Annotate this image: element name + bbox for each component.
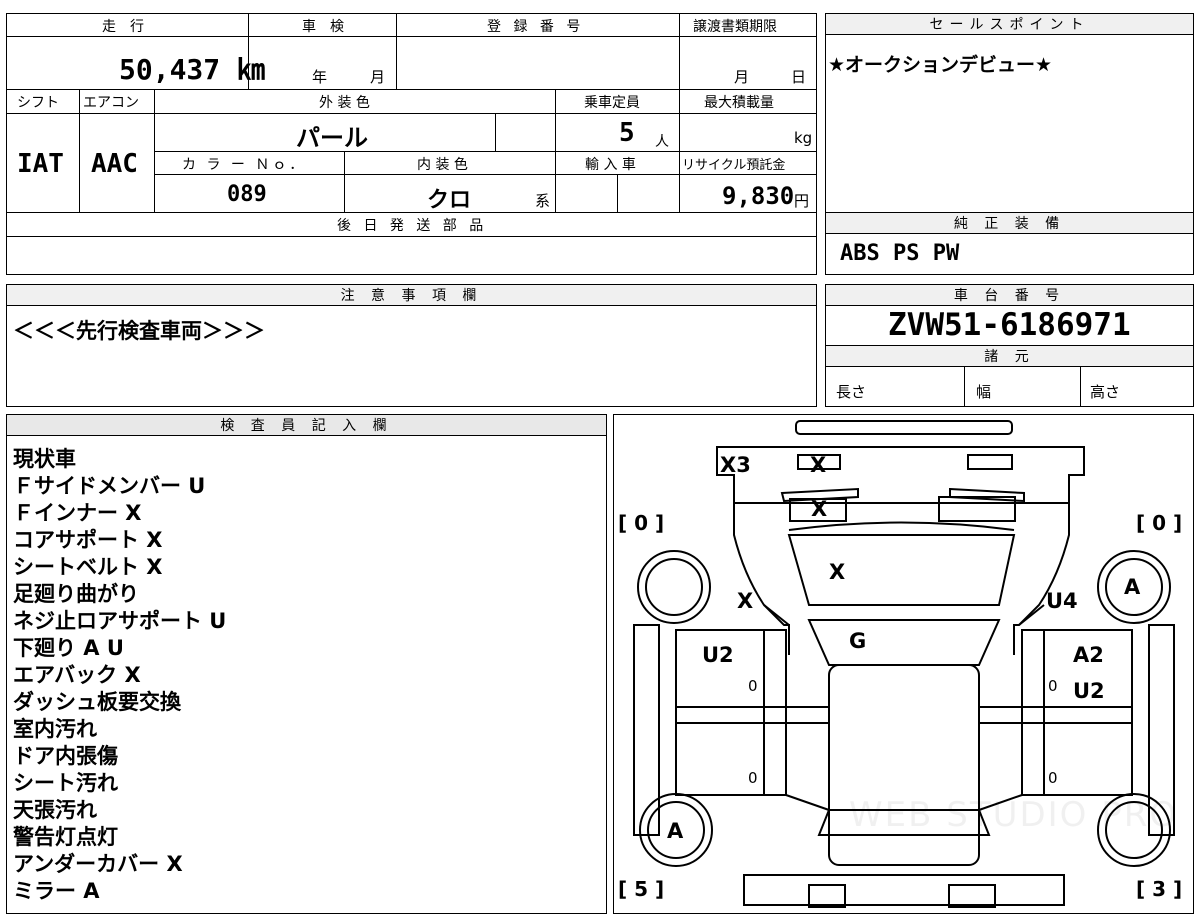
damage-mark: U2 (1073, 679, 1105, 703)
inspector-line: 天張汚れ (13, 798, 97, 822)
vehicle-info-table: 走 行 車 検 登 録 番 号 譲渡書類期限 50,437 ㎞ 年 月 月 日 … (6, 13, 817, 275)
exterior-color-label: 外 装 色 (319, 95, 370, 111)
sales-point-panel: セールスポイント ★オークションデビュー★ (825, 13, 1194, 213)
damage-mark: 0 (748, 769, 758, 787)
damage-mark: X3 (720, 453, 751, 477)
inspector-line: シート汚れ (13, 771, 118, 795)
inspector-line: ダッシュ板要交換 (13, 690, 181, 714)
inspector-line: 室内汚れ (13, 717, 97, 741)
inspection-year-unit: 年 (312, 68, 328, 86)
damage-mark: U4 (1046, 589, 1078, 613)
spec-length-label: 長さ (836, 383, 867, 401)
inspector-line: 下廻り A U (13, 636, 124, 660)
transfer-month-unit: 月 (734, 68, 750, 86)
chassis-panel: 車 台 番 号 ZVW51-6186971 諸 元 長さ 幅 高さ (825, 284, 1194, 407)
max-load-label: 最大積載量 (704, 95, 774, 111)
damage-mark: U2 (702, 643, 734, 667)
later-parts-label: 後 日 発 送 部 品 (337, 218, 488, 234)
capacity-unit: 人 (655, 134, 669, 150)
capacity-value: 5 (619, 118, 635, 148)
inspector-line: Ｆインナー X (13, 501, 142, 525)
shift-label: シフト (17, 95, 59, 111)
color-no-value: 089 (227, 182, 267, 207)
inspector-line: 警告灯点灯 (13, 825, 118, 849)
shift-value: IAT (17, 149, 64, 179)
tire-rl-label: [ 5 ] (618, 877, 665, 901)
ac-value: AAC (91, 149, 138, 179)
recycle-fee-value: 9,830 (722, 182, 795, 210)
recycle-fee-yen: 円 (794, 192, 810, 210)
transfer-day-unit: 日 (791, 68, 807, 86)
inspector-line: エアバック X (13, 663, 141, 687)
interior-color-label: 内 装 色 (417, 157, 468, 173)
inspection-month-unit: 月 (370, 68, 386, 86)
damage-diagram-panel: [ 0 ] [ 0 ] [ 5 ] [ 3 ] X3 X X X X U4 A … (613, 414, 1194, 914)
inspector-line: ネジ止ロアサポート U (13, 609, 227, 633)
chassis-header: 車 台 番 号 (826, 285, 1193, 306)
interior-color-suffix: 系 (535, 192, 551, 210)
damage-mark: 0 (1048, 677, 1058, 695)
damage-mark: A (667, 819, 684, 843)
load-unit: kg (794, 129, 813, 147)
damage-mark: X (737, 589, 754, 613)
damage-mark: X (829, 560, 846, 584)
inspector-line: 現状車 (13, 447, 76, 471)
exterior-color-value: パール (296, 124, 368, 152)
inspector-line: アンダーカバー X (13, 852, 183, 876)
transfer-deadline-label: 譲渡書類期限 (693, 19, 777, 35)
damage-mark: A2 (1073, 643, 1104, 667)
damage-mark: 0 (748, 677, 758, 695)
equipment-header: 純 正 装 備 (826, 213, 1193, 234)
registration-label: 登 録 番 号 (487, 19, 585, 35)
inspector-line: ドア内張傷 (13, 744, 118, 768)
damage-mark: X (811, 497, 828, 521)
equipment-text: ABS PS PW (840, 241, 960, 266)
mileage-label: 走 行 (102, 19, 144, 35)
sales-point-header: セールスポイント (826, 14, 1193, 35)
inspector-line: 足廻り曲がり (13, 582, 139, 606)
sales-point-text: ★オークションデビュー★ (828, 54, 1053, 76)
inspector-notes-header: 検 査 員 記 入 欄 (7, 415, 606, 436)
equipment-panel: 純 正 装 備 ABS PS PW (825, 212, 1194, 275)
car-diagram (633, 420, 1175, 908)
tire-fl-label: [ 0 ] (618, 511, 665, 535)
specs-header: 諸 元 (826, 346, 1193, 367)
mileage-value: 50,437 ㎞ (119, 53, 266, 86)
damage-mark: A (1124, 575, 1141, 599)
tire-fr-label: [ 0 ] (1136, 511, 1183, 535)
recycle-label: リサイクル預託金 (682, 158, 786, 173)
inspector-line: Ｆサイドメンバー U (13, 474, 206, 498)
notes-text: ＜＜＜先行検査車両＞＞＞ (13, 319, 265, 343)
capacity-label: 乗車定員 (584, 95, 640, 111)
inspector-line: ミラー A (13, 879, 100, 903)
notes-panel: 注 意 事 項 欄 ＜＜＜先行検査車両＞＞＞ (6, 284, 817, 407)
inspector-line: シートベルト X (13, 555, 163, 579)
inspection-label: 車 検 (302, 19, 344, 35)
color-no-label: カ ラ ー Ｎｏ． (182, 157, 307, 173)
notes-header: 注 意 事 項 欄 (7, 285, 816, 306)
damage-mark: X (810, 453, 827, 477)
import-label: 輸 入 車 (585, 157, 636, 173)
ac-label: エアコン (83, 95, 139, 111)
inspector-notes-panel: 検 査 員 記 入 欄 現状車 Ｆサイドメンバー U Ｆインナー X コアサポー… (6, 414, 607, 914)
spec-height-label: 高さ (1090, 383, 1121, 401)
damage-mark: 0 (1048, 769, 1058, 787)
damage-mark: G (849, 629, 867, 653)
tire-rr-label: [ 3 ] (1136, 877, 1183, 901)
interior-color-value: クロ (427, 188, 472, 213)
chassis-number: ZVW51-6186971 (888, 307, 1131, 343)
inspector-line: コアサポート X (13, 528, 163, 552)
watermark: WEB STUDIO PRO (849, 795, 1179, 835)
spec-width-label: 幅 (976, 383, 992, 401)
